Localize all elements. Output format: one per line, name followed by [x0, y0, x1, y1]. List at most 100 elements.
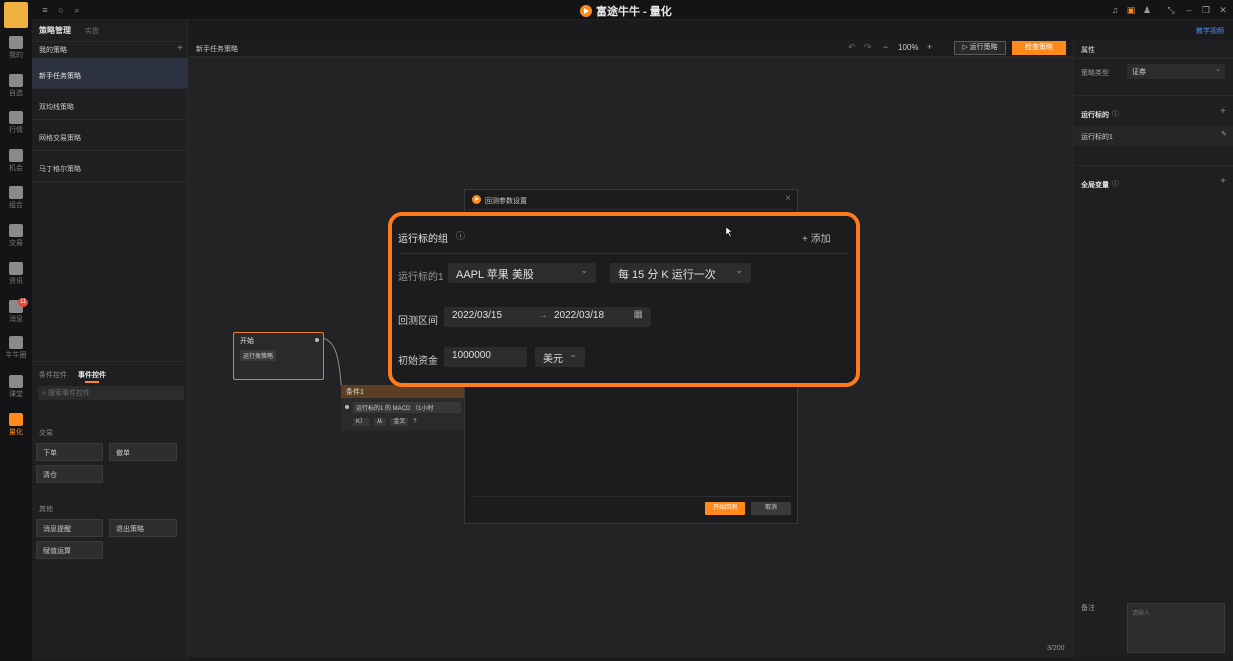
rail-item-label: 行情	[9, 127, 23, 134]
currency-select[interactable]: 美元 ⌄	[535, 347, 585, 367]
rail-item[interactable]: 消息 11	[0, 298, 32, 324]
add-target-button[interactable]: + 添加	[802, 230, 831, 245]
redo-icon[interactable]: ↷	[864, 42, 872, 53]
rail-item-label: 我的	[9, 52, 23, 59]
control-cancel-order[interactable]: 撤单	[109, 443, 177, 461]
tab-condition-controls[interactable]: 条件控件	[39, 370, 67, 380]
control-message-alert[interactable]: 消息提醒	[36, 519, 103, 537]
start-node[interactable]: 开始 运行类策略	[233, 332, 324, 380]
control-assignment[interactable]: 赋值运算	[36, 541, 103, 559]
tab-event-controls[interactable]: 事件控件	[78, 370, 106, 380]
trade-icon	[9, 224, 23, 237]
canvas-title: 新手任务策略	[196, 46, 238, 53]
rail-item[interactable]: 我的	[0, 36, 32, 60]
rail-item[interactable]: 组合	[0, 186, 32, 210]
control-exit-strategy[interactable]: 退出策略	[109, 519, 177, 537]
info-icon[interactable]: ⓘ	[456, 229, 465, 242]
frequency-value: 每 15 分 K 运行一次	[618, 269, 716, 281]
restore-icon[interactable]: ❐	[1201, 5, 1211, 15]
rail-item[interactable]: 行情	[0, 111, 32, 135]
strategy-type-value: 证券	[1132, 69, 1146, 76]
info-icon[interactable]: ⓘ	[1112, 179, 1119, 189]
output-port[interactable]	[315, 338, 319, 342]
cancel-button[interactable]: 取消	[751, 502, 791, 515]
input-port[interactable]	[345, 405, 349, 409]
arrow-right-icon: →	[538, 310, 548, 321]
divider	[1074, 95, 1233, 96]
condition-row2: K） 从 金叉 ?	[353, 416, 417, 426]
target-label: 运行标的1	[398, 272, 444, 283]
rail-item-label: 牛牛圈	[5, 352, 27, 359]
rail-item[interactable]: 牛牛圈	[0, 336, 32, 360]
chevron-down-icon: ⌄	[735, 265, 743, 275]
currency-value: 美元	[543, 354, 563, 365]
close-icon[interactable]: ✕	[1218, 5, 1228, 15]
edit-icon[interactable]: ✎	[1221, 130, 1227, 138]
start-node-title: 开始	[240, 338, 254, 345]
tab-strategy-management[interactable]: 策略管理	[39, 25, 71, 36]
undo-icon[interactable]: ↶	[848, 42, 856, 53]
control-close-position[interactable]: 清仓	[36, 465, 103, 483]
settings-icon[interactable]: ○	[56, 5, 66, 15]
rail-item-label: 资讯	[9, 278, 23, 285]
shirt-icon[interactable]: ♟	[1142, 5, 1152, 15]
start-backtest-button[interactable]: 开始回测	[705, 502, 745, 515]
condition-node[interactable]: 条件1 运行标的1 的 MACD （1小时 K） 从 金叉 ?	[341, 385, 464, 431]
zoom-in-icon[interactable]: +	[927, 42, 932, 52]
calendar-icon: ▦	[633, 309, 643, 320]
add-global-icon[interactable]: +	[1220, 176, 1226, 187]
target-row[interactable]: 运行标的1 ✎	[1074, 126, 1233, 146]
rail-item[interactable]: 机会	[0, 149, 32, 173]
control-tabs: 条件控件 事件控件	[32, 361, 188, 383]
rail-item-label: 机会	[9, 165, 23, 172]
minimize-icon[interactable]: –	[1184, 5, 1194, 15]
lock-icon[interactable]: ▣	[1126, 5, 1136, 15]
rail-item[interactable]: 量化	[0, 413, 32, 437]
help-video-link[interactable]: 教学视频	[1196, 26, 1224, 36]
frequency-select[interactable]: 每 15 分 K 运行一次 ⌄	[610, 263, 751, 283]
capital-input[interactable]: 1000000	[444, 347, 527, 367]
rail-item[interactable]: 自选	[0, 74, 32, 98]
zoom-callout: 运行标的组 ⓘ + 添加 运行标的1 AAPL 苹果 美股 ⌄ 每 15 分 K …	[388, 212, 860, 387]
control-place-order[interactable]: 下单	[36, 443, 103, 461]
headset-icon[interactable]: ♫	[1110, 5, 1120, 15]
strategy-item[interactable]: 双均线策略	[32, 89, 188, 120]
info-icon[interactable]: ⓘ	[1112, 109, 1119, 119]
cond-question: ?	[413, 419, 417, 425]
rail-item-label: 量化	[9, 429, 23, 436]
search-icon[interactable]: ⌕	[72, 5, 82, 15]
mouse-cursor-icon	[726, 227, 733, 237]
strategy-item[interactable]: 马丁格尔策略	[32, 151, 188, 182]
close-icon[interactable]: ×	[785, 193, 791, 204]
user-icon	[9, 36, 23, 49]
note-label: 备注	[1081, 605, 1095, 612]
my-strategies-label: 我的策略	[39, 47, 67, 54]
capital-label: 初始资金	[398, 356, 438, 367]
strategy-item[interactable]: 新手任务策略	[32, 58, 188, 89]
date-end: 2022/03/18	[554, 310, 605, 321]
dialog-header: 回测参数设置 ×	[465, 190, 797, 210]
rail-item-label: 自选	[9, 90, 23, 97]
menu-icon[interactable]: ≡	[40, 5, 50, 15]
note-textarea[interactable]: 请输入	[1127, 603, 1225, 653]
add-strategy-icon[interactable]: +	[177, 43, 183, 54]
tab-live[interactable]: 实盘	[85, 26, 99, 36]
collapse-icon[interactable]: ⤡	[1166, 5, 1176, 15]
rail-item[interactable]: 课堂	[0, 375, 32, 399]
chevron-down-icon: ⌄	[580, 265, 588, 275]
zoom-out-icon[interactable]: −	[883, 42, 888, 52]
run-strategy-button[interactable]: ▷ 运行策略	[954, 41, 1006, 55]
group-trade-label: 交易	[39, 430, 53, 437]
stock-select[interactable]: AAPL 苹果 美股 ⌄	[448, 263, 596, 283]
date-range-picker[interactable]: 2022/03/15 → 2022/03/18 ▦	[444, 307, 651, 327]
avatar[interactable]	[4, 2, 28, 28]
classroom-icon	[9, 375, 23, 388]
strategy-item[interactable]: 网格交易策略	[32, 120, 188, 151]
rail-item[interactable]: 资讯	[0, 262, 32, 286]
check-strategy-button[interactable]: 检查策略	[1012, 41, 1066, 55]
add-target-icon[interactable]: +	[1220, 106, 1226, 117]
strategy-type-select[interactable]: 证券 ⌄	[1127, 64, 1225, 79]
market-icon	[9, 111, 23, 124]
rail-item[interactable]: 交易	[0, 224, 32, 248]
control-search-input[interactable]: ⌕ 搜索事件控件	[38, 386, 184, 400]
